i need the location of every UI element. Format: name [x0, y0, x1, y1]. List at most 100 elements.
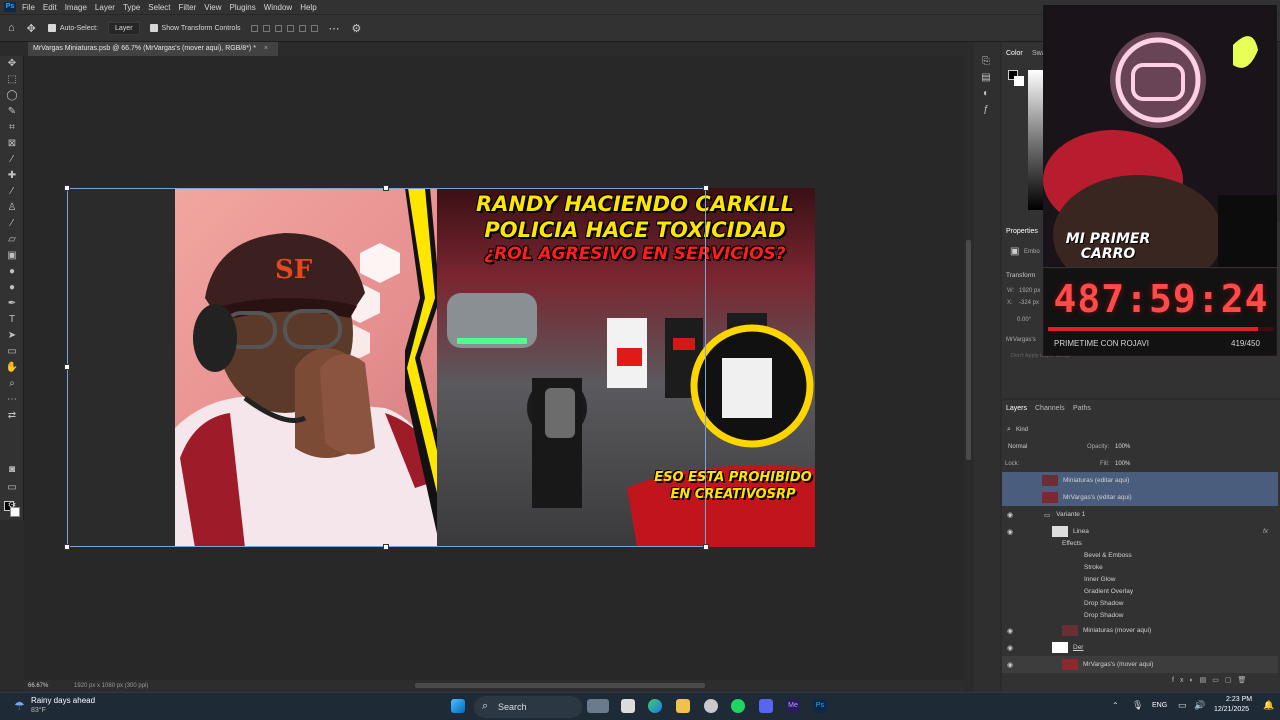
clock-time[interactable]: 2:23 PM [1226, 696, 1252, 703]
align-left-icon[interactable] [250, 24, 258, 32]
eye-icon[interactable]: ◉ [1002, 627, 1018, 635]
type-tool-icon[interactable]: T [0, 312, 24, 328]
quick-select-tool-icon[interactable]: ✎ [0, 104, 24, 120]
vertical-scrollbar[interactable] [966, 240, 971, 460]
tab-properties[interactable]: Properties [1006, 228, 1038, 235]
weather-title[interactable]: Rainy days ahead [31, 696, 95, 705]
tab-paths[interactable]: Paths [1073, 405, 1091, 412]
edge-browser-icon[interactable] [648, 699, 662, 713]
opacity-value[interactable]: 100% [1115, 444, 1130, 450]
layer-row[interactable]: ◉ MrVargas's (mover aqui) [1002, 656, 1278, 673]
widgets-icon[interactable] [587, 699, 609, 713]
menu-select[interactable]: Select [148, 3, 170, 12]
fill-value[interactable]: 100% [1115, 461, 1130, 467]
document-tab[interactable]: MrVargas Miniaturas.psb @ 66.7% (MrVarga… [28, 42, 278, 56]
home-icon[interactable]: ⌂ [8, 22, 15, 34]
history-brush-icon[interactable]: ⁄ [0, 216, 24, 232]
transform-handle-bottom-left[interactable] [64, 544, 70, 550]
more-options-icon[interactable]: ⋯ [329, 22, 340, 35]
history-panel-icon[interactable]: ⎘ [974, 54, 998, 70]
photoshop-logo-icon[interactable]: Ps [4, 2, 16, 12]
screen-mode-icon[interactable]: ▭ [0, 480, 24, 496]
menu-filter[interactable]: Filter [179, 3, 197, 12]
photoshop-taskbar-icon[interactable]: Ps [813, 699, 827, 713]
comments-panel-icon[interactable]: ▤ [974, 70, 998, 86]
microphone-icon[interactable]: 🎙 [1132, 700, 1143, 711]
transform-handle-bottom-right[interactable] [703, 544, 709, 550]
eye-icon[interactable]: ◉ [1002, 661, 1018, 669]
notification-bell-icon[interactable]: 🔔 [1263, 700, 1274, 711]
blend-mode-dropdown[interactable]: Normal [1008, 444, 1027, 450]
tray-overflow-icon[interactable]: ⌃ [1112, 701, 1119, 710]
auto-select-checkbox[interactable] [47, 24, 56, 32]
search-box[interactable]: ⌕ Search [474, 696, 582, 718]
spotify-icon[interactable] [731, 699, 745, 713]
horizontal-scrollbar[interactable] [415, 683, 705, 688]
gear-icon[interactable]: ⚙ [352, 22, 362, 35]
pen-tool-icon[interactable]: ✒ [0, 296, 24, 312]
menu-layer[interactable]: Layer [95, 3, 115, 12]
edit-toolbar-icon[interactable]: ⚙ [0, 498, 24, 514]
width-value[interactable]: 1920 px [1019, 288, 1040, 294]
shape-tool-icon[interactable]: ▭ [0, 344, 24, 360]
clock-date[interactable]: 12/21/2025 [1214, 706, 1249, 713]
crop-tool-icon[interactable]: ⌗ [0, 120, 24, 136]
transform-handle-left[interactable] [64, 364, 70, 370]
move-tool-icon[interactable]: ✥ [27, 22, 36, 35]
menu-window[interactable]: Window [264, 3, 292, 12]
eraser-tool-icon[interactable]: ▱ [0, 232, 24, 248]
layer-group-row[interactable]: ◉ ▭ Variante 1 [1002, 506, 1278, 523]
fx-icon[interactable]: fx [1263, 528, 1268, 535]
more-tools-icon[interactable]: ⋯ [0, 392, 24, 408]
windows-start-icon[interactable] [451, 699, 465, 713]
align-center-icon[interactable] [262, 24, 270, 32]
align-middle-icon[interactable] [298, 24, 306, 32]
marquee-tool-icon[interactable]: ⬚ [0, 72, 24, 88]
file-explorer-icon[interactable] [676, 699, 690, 713]
layer-row[interactable]: ◉ Miniaturas (mover aqui) [1002, 622, 1278, 639]
language-indicator[interactable]: ENG [1152, 702, 1167, 709]
volume-icon[interactable]: 🔊 [1194, 700, 1205, 711]
network-icon[interactable]: ▭ [1178, 700, 1187, 711]
zoom-level[interactable]: 66.67% [28, 683, 62, 689]
tab-layers[interactable]: Layers [1006, 405, 1027, 412]
layer-row[interactable]: Miniaturas (editar aqui) [1002, 472, 1278, 489]
menu-file[interactable]: File [22, 3, 35, 12]
layer-row[interactable]: MrVargas's (editar aqui) [1002, 489, 1278, 506]
angle-value[interactable]: 0.00° [1017, 317, 1031, 323]
adjustments-panel-icon[interactable]: ◐ [974, 86, 998, 102]
layer-row[interactable]: ◉ Der [1002, 639, 1278, 656]
align-top-icon[interactable] [286, 24, 294, 32]
swap-colors-icon[interactable]: ⇄ [0, 408, 24, 424]
menu-plugins[interactable]: Plugins [230, 3, 256, 12]
menu-type[interactable]: Type [123, 3, 140, 12]
dodge-tool-icon[interactable]: ● [0, 280, 24, 296]
healing-tool-icon[interactable]: ✚ [0, 168, 24, 184]
menu-help[interactable]: Help [300, 3, 316, 12]
gradient-tool-icon[interactable]: ▣ [0, 248, 24, 264]
x-value[interactable]: -324 px [1019, 300, 1039, 306]
align-bottom-icon[interactable] [310, 24, 318, 32]
align-right-icon[interactable] [274, 24, 282, 32]
lasso-tool-icon[interactable]: ◯ [0, 88, 24, 104]
menu-view[interactable]: View [204, 3, 221, 12]
stamp-tool-icon[interactable]: ♙ [0, 200, 24, 216]
eye-icon[interactable]: ◉ [1002, 644, 1018, 652]
discord-icon[interactable] [759, 699, 773, 713]
brush-tool-icon[interactable]: ⁄ [0, 184, 24, 200]
color-bg-swatch[interactable] [1014, 76, 1024, 86]
filter-kind-dropdown[interactable]: Kind [1016, 427, 1028, 433]
transform-bounding-box[interactable] [67, 188, 706, 547]
chrome-icon[interactable] [704, 699, 718, 713]
zoom-tool-icon[interactable]: ⌕ [0, 376, 24, 392]
tab-color[interactable]: Color [1006, 50, 1023, 57]
weather-icon[interactable]: ☂ [14, 699, 25, 713]
auto-select-dropdown[interactable]: Layer [108, 21, 140, 35]
transform-handle-top-left[interactable] [64, 185, 70, 191]
eye-icon[interactable]: ◉ [1002, 511, 1018, 519]
media-encoder-icon[interactable]: Me [786, 699, 800, 713]
move-tool-icon[interactable]: ✥ [0, 56, 24, 72]
blur-tool-icon[interactable]: ● [0, 264, 24, 280]
fx-panel-icon[interactable]: ƒ [974, 102, 998, 118]
menu-edit[interactable]: Edit [43, 3, 57, 12]
